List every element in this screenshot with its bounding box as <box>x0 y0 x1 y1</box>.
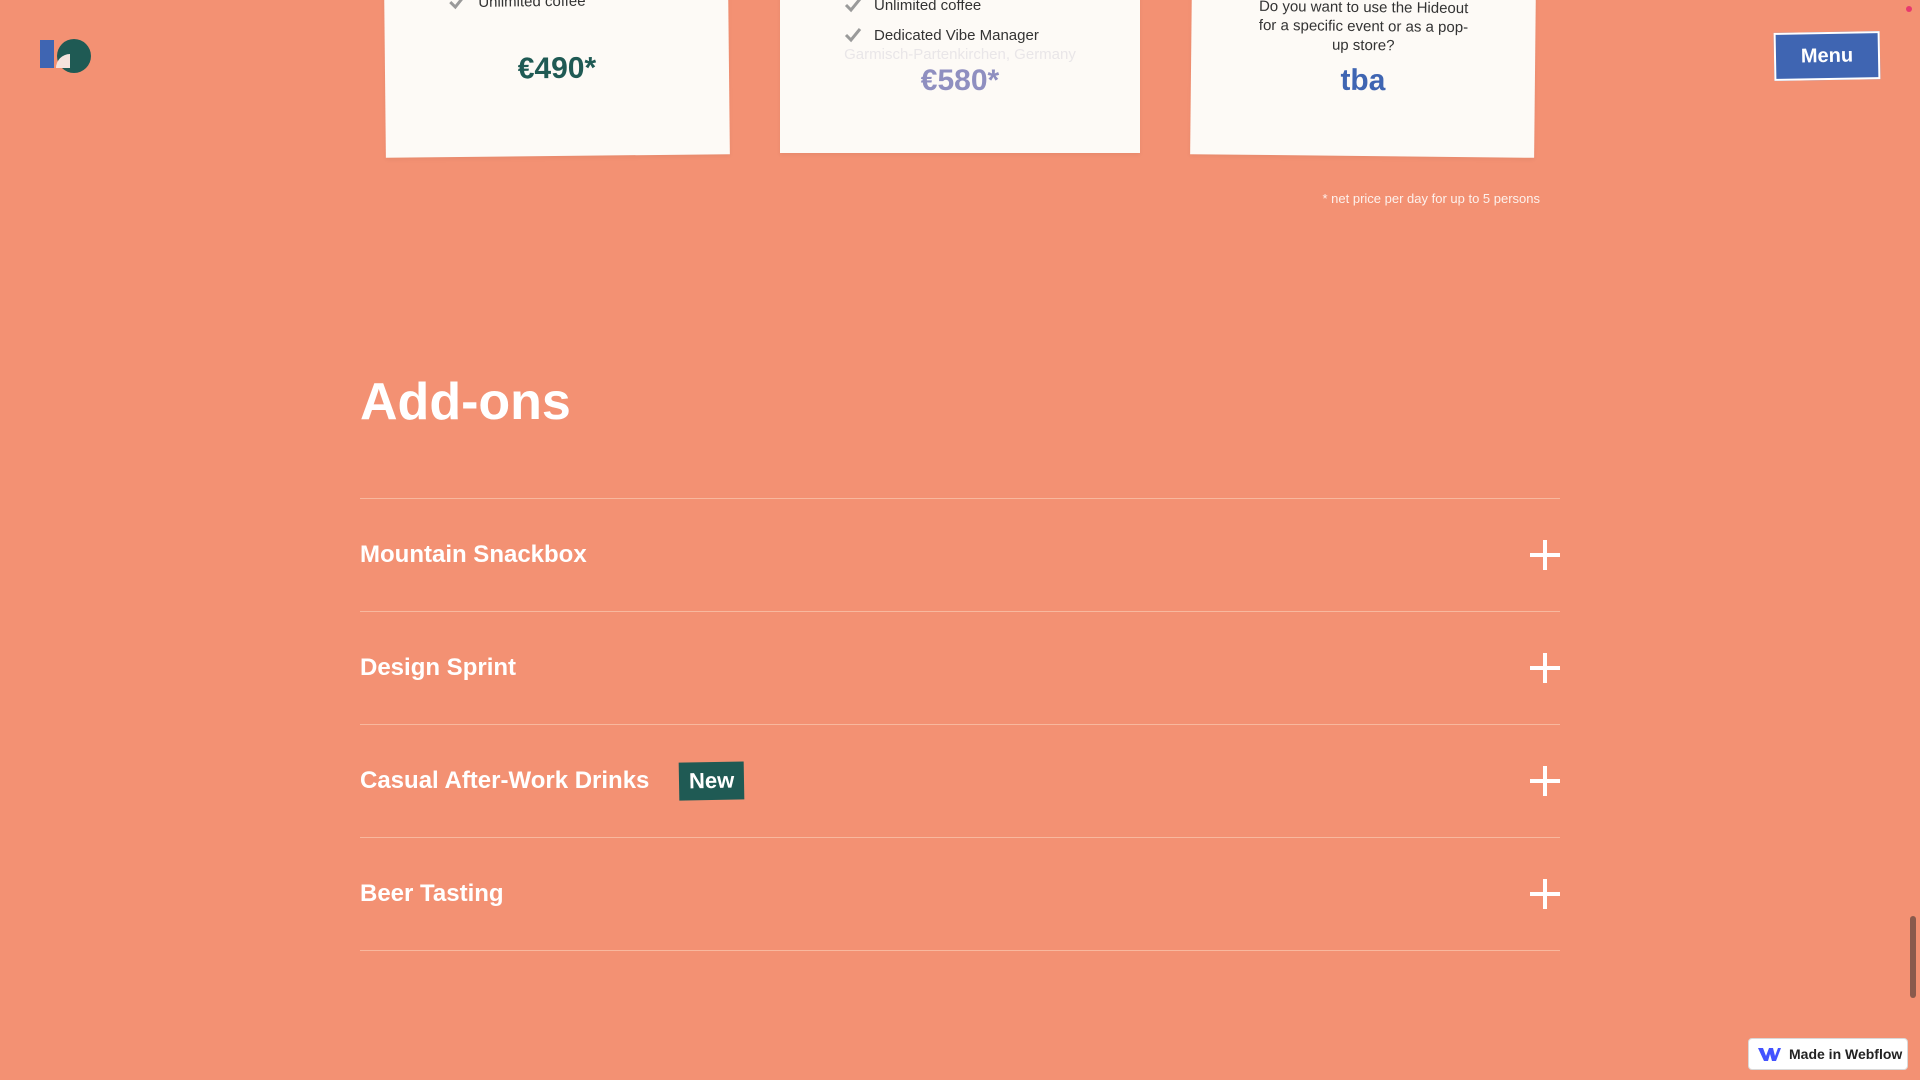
hideout-logo[interactable] <box>38 36 94 76</box>
plus-icon[interactable] <box>1530 766 1560 796</box>
corner-indicator-dot <box>1906 6 1912 12</box>
scrollbar-thumb[interactable] <box>1910 916 1916 998</box>
card-feature: Dedicated Vibe Manager <box>844 26 1039 44</box>
feature-label: Unlimited coffee <box>478 0 586 11</box>
accordion-item-label: Beer Tasting <box>360 880 504 907</box>
location-ghost-text: Garmisch-Partenkirchen, Germany <box>844 46 1076 63</box>
price-value: tba <box>1340 63 1386 98</box>
check-icon <box>844 0 862 13</box>
plus-icon[interactable] <box>1530 653 1560 683</box>
accordion-item-beer-tasting[interactable]: Beer Tasting <box>360 838 1560 951</box>
feature-label: Unlimited coffee <box>874 0 982 14</box>
webflow-badge-label: Made in Webflow <box>1789 1046 1903 1062</box>
logo-icon <box>40 39 91 73</box>
new-badge: New <box>679 761 745 801</box>
webflow-icon <box>1758 1048 1781 1061</box>
plus-icon[interactable] <box>1530 540 1560 570</box>
addons-accordion: Mountain Snackbox Design Sprint Casual A… <box>360 498 1560 951</box>
made-in-webflow-badge[interactable]: Made in Webflow <box>1748 1038 1908 1070</box>
pricing-card-2: Unlimited coffee Dedicated Vibe Manager … <box>780 0 1140 153</box>
event-question-text: Do you want to use the Hideout for a spe… <box>1258 0 1469 55</box>
plus-icon[interactable] <box>1530 879 1560 909</box>
section-title: Add-ons <box>360 373 571 431</box>
price-value: €580* <box>920 64 1000 97</box>
feature-label: Dedicated Vibe Manager <box>874 26 1039 44</box>
accordion-item-label: Design Sprint <box>360 654 517 681</box>
price-footnote: * net price per day for up to 5 persons <box>1322 191 1540 206</box>
pricing-card-1: Unlimited coffee €490* <box>384 0 730 158</box>
accordion-item-after-work-drinks[interactable]: Casual After-Work Drinks New <box>360 725 1560 838</box>
accordion-item-design-sprint[interactable]: Design Sprint <box>360 612 1560 725</box>
accordion-item-label: Mountain Snackbox <box>360 541 587 568</box>
check-icon <box>844 28 862 43</box>
accordion-item-mountain-snackbox[interactable]: Mountain Snackbox <box>360 499 1560 612</box>
card-feature-partial: Unlimited coffee <box>448 0 586 11</box>
check-icon <box>449 0 466 10</box>
pricing-card-3: Do you want to use the Hideout for a spe… <box>1190 0 1536 158</box>
price-value: €490* <box>517 51 597 86</box>
menu-button[interactable]: Menu <box>1773 31 1881 81</box>
accordion-item-label: Casual After-Work Drinks <box>360 767 650 794</box>
card-feature-partial: Unlimited coffee <box>844 0 981 14</box>
